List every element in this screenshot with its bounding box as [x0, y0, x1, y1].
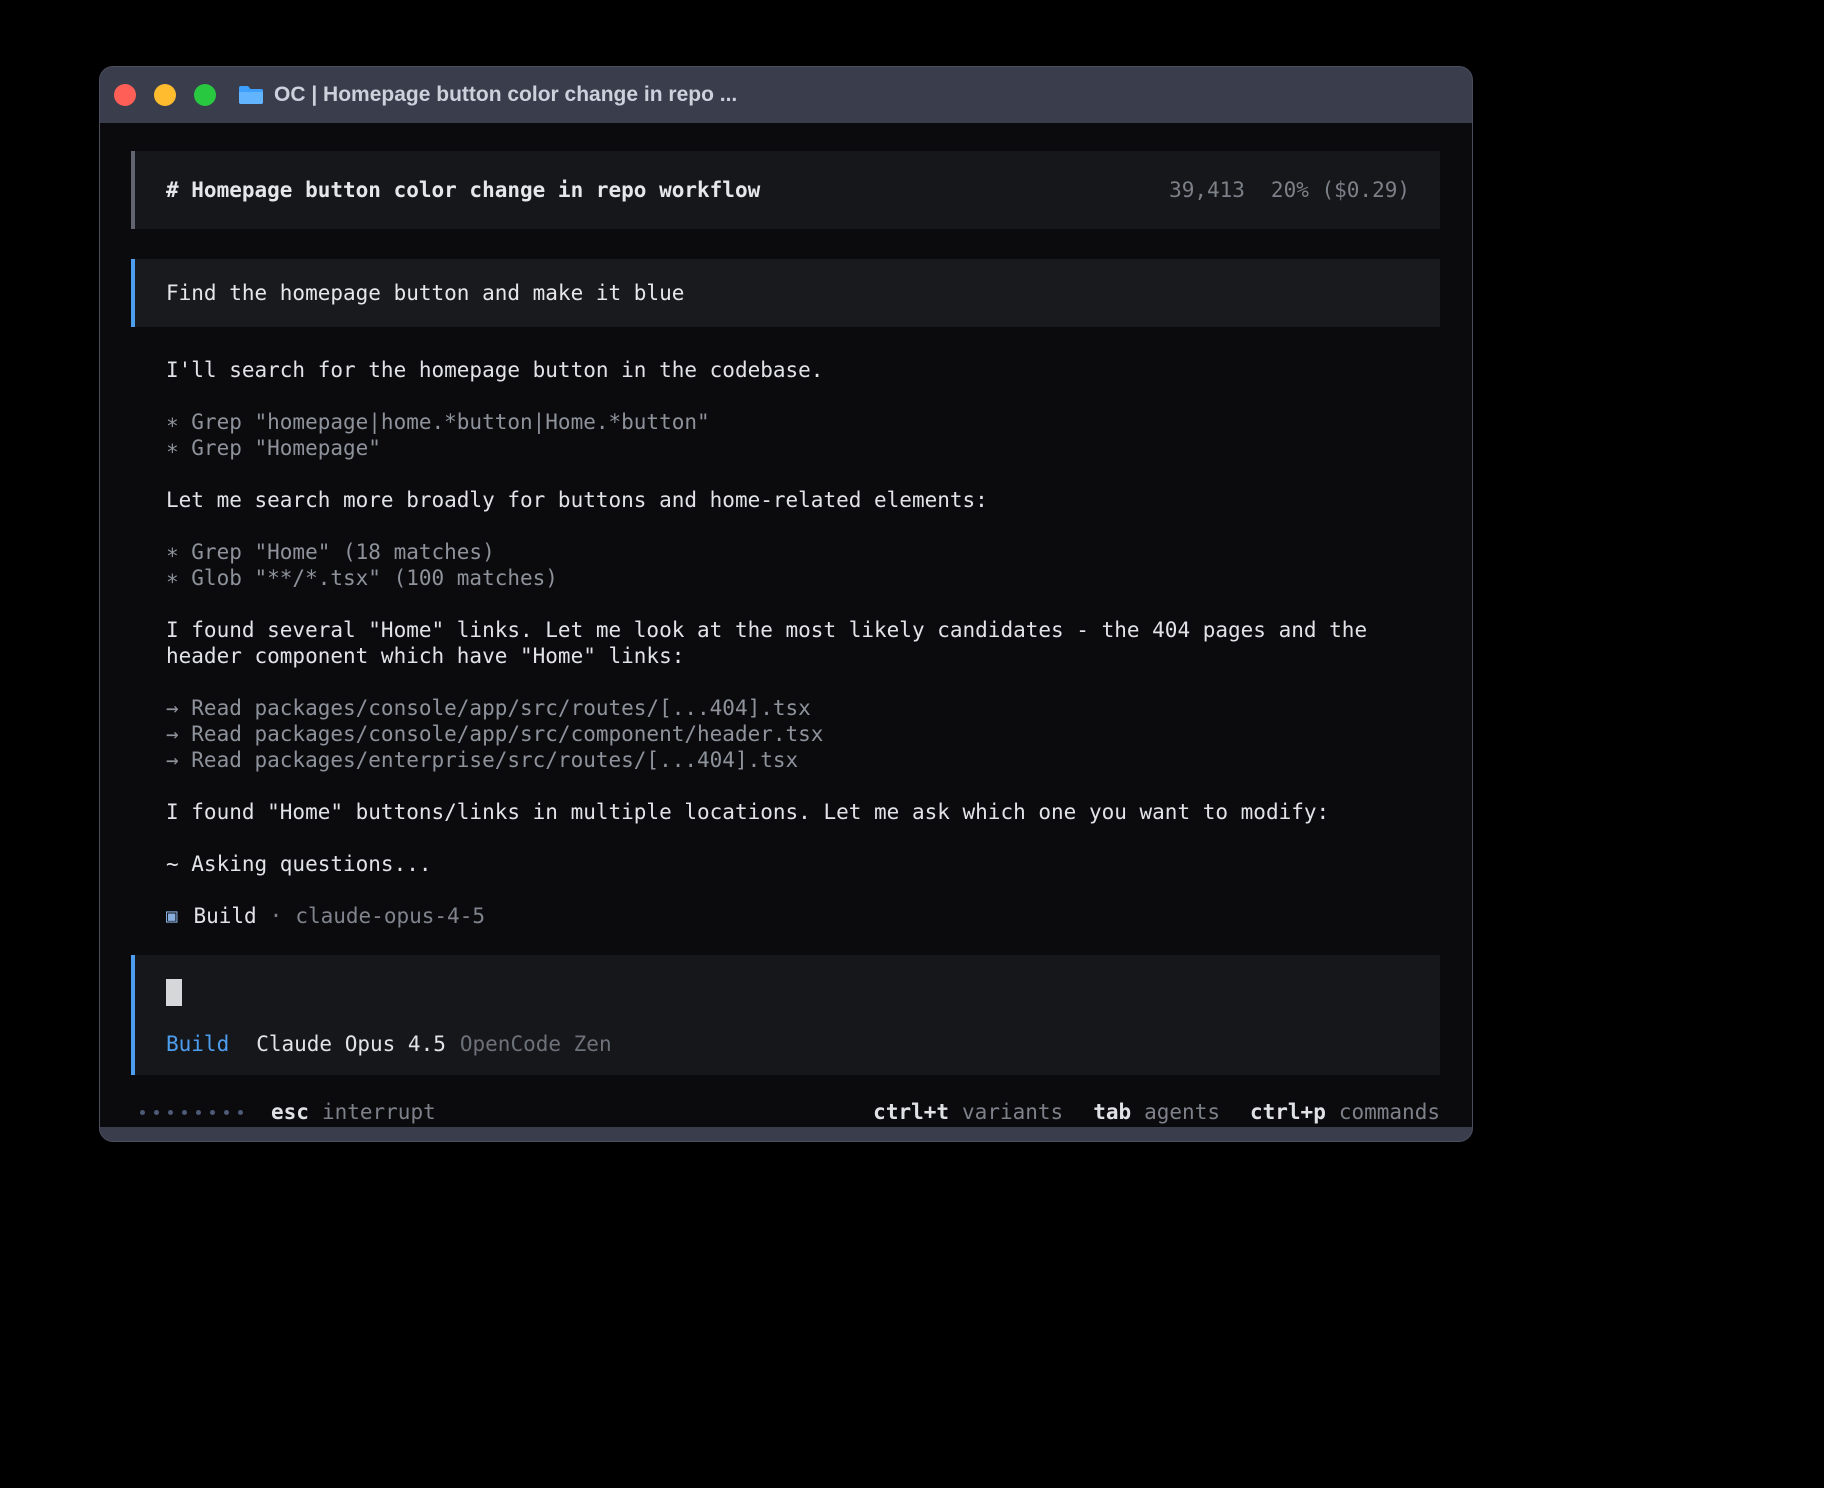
- session-header: # Homepage button color change in repo w…: [131, 151, 1440, 229]
- context-usage: 20% ($0.29): [1271, 177, 1410, 203]
- traffic-lights: [114, 84, 216, 106]
- tool-call-glob: ∗ Glob "**/*.tsx" (100 matches): [166, 565, 1440, 591]
- hint-key: tab: [1093, 1099, 1131, 1125]
- session-stats: 39,413 20% ($0.29): [1169, 177, 1410, 203]
- assistant-transcript: I'll search for the homepage button in t…: [166, 357, 1440, 929]
- text-cursor: [166, 979, 182, 1006]
- assistant-paragraph: Let me search more broadly for buttons a…: [166, 487, 1440, 513]
- spinner-dots: [140, 1110, 243, 1115]
- tool-call-read: → Read packages/console/app/src/routes/[…: [166, 695, 1440, 721]
- tool-call-read: → Read packages/console/app/src/componen…: [166, 721, 1440, 747]
- tool-call-read: → Read packages/enterprise/src/routes/[.…: [166, 747, 1440, 773]
- agent-icon: ▣: [166, 903, 177, 929]
- agent-name: Build: [193, 903, 256, 929]
- title-bar[interactable]: OC | Homepage button color change in rep…: [100, 67, 1472, 123]
- folder-icon: [238, 84, 264, 106]
- status-bar-right: ctrl+t variants tab agents ctrl+p comman…: [873, 1099, 1440, 1125]
- zoom-button[interactable]: [194, 84, 216, 106]
- terminal-content: # Homepage button color change in repo w…: [100, 123, 1472, 1127]
- hint-label: agents: [1144, 1099, 1220, 1125]
- status-bar: esc interrupt ctrl+t variants tab agents…: [131, 1099, 1440, 1125]
- prompt-input[interactable]: Build Claude Opus 4.5 OpenCode Zen: [131, 955, 1440, 1075]
- session-title: # Homepage button color change in repo w…: [166, 177, 760, 203]
- hint-interrupt: esc interrupt: [271, 1099, 436, 1125]
- provider-name: OpenCode Zen: [460, 1031, 612, 1057]
- tool-call-grep: ∗ Grep "Homepage": [166, 435, 1440, 461]
- terminal-window: OC | Homepage button color change in rep…: [99, 66, 1473, 1142]
- window-title: OC | Homepage button color change in rep…: [274, 83, 737, 107]
- agent-separator: ·: [270, 903, 283, 929]
- hint-key: ctrl+p: [1250, 1099, 1326, 1125]
- mode-label[interactable]: Build: [166, 1031, 229, 1057]
- status-line: ~ Asking questions...: [166, 851, 1440, 877]
- minimize-button[interactable]: [154, 84, 176, 106]
- assistant-paragraph: I found several "Home" links. Let me loo…: [166, 617, 1440, 669]
- model-name[interactable]: Claude Opus 4.5: [256, 1031, 446, 1057]
- tool-call-grep: ∗ Grep "Home" (18 matches): [166, 539, 1440, 565]
- user-message: Find the homepage button and make it blu…: [131, 259, 1440, 327]
- user-message-text: Find the homepage button and make it blu…: [166, 281, 684, 305]
- agent-status-row: ▣ Build · claude-opus-4-5: [166, 903, 1440, 929]
- hint-label: interrupt: [322, 1099, 436, 1125]
- hint-label: variants: [962, 1099, 1063, 1125]
- agent-model: claude-opus-4-5: [295, 903, 485, 929]
- assistant-paragraph: I found "Home" buttons/links in multiple…: [166, 799, 1440, 825]
- assistant-paragraph: I'll search for the homepage button in t…: [166, 357, 1440, 383]
- hint-key: ctrl+t: [873, 1099, 949, 1125]
- input-status-row: Build Claude Opus 4.5 OpenCode Zen: [166, 1031, 1410, 1057]
- hint-commands: ctrl+p commands: [1250, 1099, 1440, 1125]
- close-button[interactable]: [114, 84, 136, 106]
- tool-call-grep: ∗ Grep "homepage|home.*button|Home.*butt…: [166, 409, 1440, 435]
- token-count: 39,413: [1169, 177, 1245, 203]
- hint-label: commands: [1339, 1099, 1440, 1125]
- hint-variants: ctrl+t variants: [873, 1099, 1063, 1125]
- hint-agents: tab agents: [1093, 1099, 1220, 1125]
- hint-key: esc: [271, 1099, 309, 1125]
